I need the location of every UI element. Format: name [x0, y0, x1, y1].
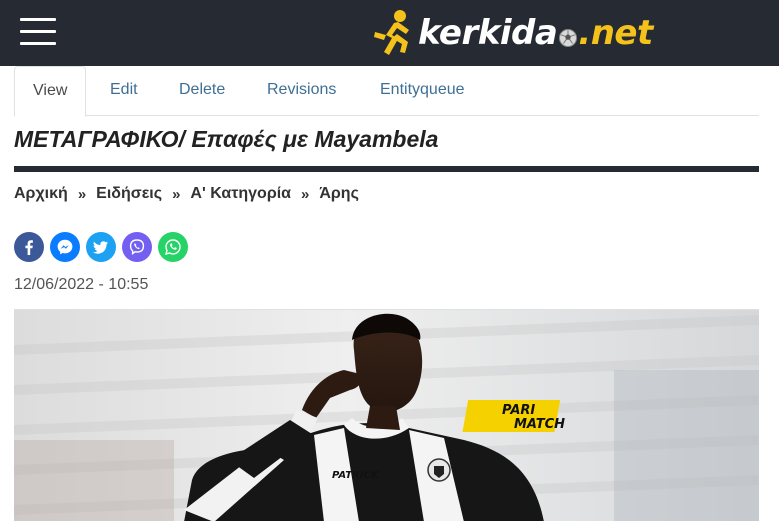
sponsor-line2: MATCH	[514, 417, 565, 432]
messenger-icon[interactable]	[50, 232, 80, 262]
breadcrumb-team[interactable]: Άρης	[319, 185, 359, 203]
breadcrumb-separator: »	[77, 185, 87, 203]
breadcrumb-separator: »	[301, 185, 310, 203]
twitter-icon[interactable]	[86, 232, 116, 262]
menu-icon[interactable]	[20, 18, 56, 48]
runner-logo-icon	[374, 10, 409, 55]
whatsapp-icon[interactable]	[158, 232, 188, 262]
logo-net: .net	[578, 13, 653, 53]
tab-view[interactable]: View	[14, 66, 87, 117]
tab-delete[interactable]: Delete	[179, 66, 225, 116]
share-buttons	[14, 232, 188, 262]
sponsor-line1: PARI	[502, 403, 535, 418]
tab-entityqueue[interactable]: Entityqueue	[380, 66, 465, 116]
facebook-icon[interactable]	[14, 232, 44, 262]
tab-revisions[interactable]: Revisions	[267, 66, 336, 116]
kit-brand: PATRICK	[332, 470, 380, 481]
player-photo: PARI MATCH PATRICK	[14, 310, 759, 521]
breadcrumb-home[interactable]: Αρχική	[14, 185, 68, 203]
article-date: 12/06/2022 - 10:55	[14, 276, 149, 293]
site-logo[interactable]: kerkida .net	[370, 8, 653, 58]
article-image: PARI MATCH PATRICK	[14, 309, 759, 521]
breadcrumb: Αρχική » Ειδήσεις » Α' Κατηγορία » Άρης	[14, 185, 359, 203]
admin-tabs: View Edit Delete Revisions Entityqueue	[14, 66, 759, 117]
title-divider	[14, 166, 759, 172]
viber-icon[interactable]	[122, 232, 152, 262]
site-header: kerkida .net	[0, 0, 779, 66]
logo-word: kerkida	[418, 13, 558, 53]
breadcrumb-separator: »	[172, 185, 181, 203]
tab-edit[interactable]: Edit	[110, 66, 138, 116]
breadcrumb-category[interactable]: Α' Κατηγορία	[190, 185, 291, 203]
article-title: ΜΕΤΑΓΡΑΦΙΚΟ/ Επαφές με Mayambela	[14, 126, 439, 152]
football-icon	[559, 29, 578, 47]
breadcrumb-news[interactable]: Ειδήσεις	[96, 185, 162, 203]
sponsor-badge: PARI MATCH	[462, 400, 565, 432]
